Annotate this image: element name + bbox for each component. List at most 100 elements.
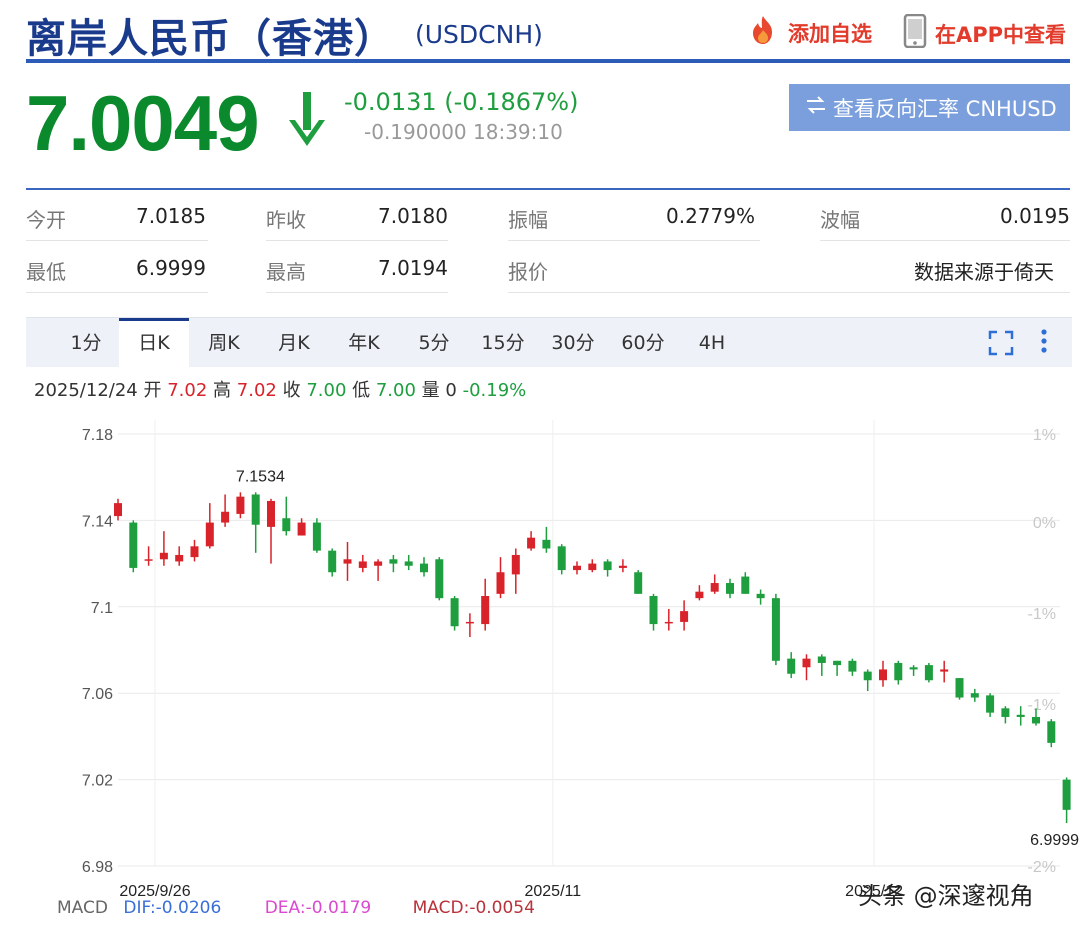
- candle-body: [511, 554, 520, 575]
- candle-body: [328, 550, 337, 573]
- candle-body: [404, 561, 413, 566]
- macd-dif: -0.0206: [155, 898, 222, 918]
- ohlc-high: 7.02: [236, 380, 277, 401]
- y-tick-label: 7.18: [82, 427, 113, 444]
- title-divider: [26, 59, 1070, 63]
- tab-weekly[interactable]: 周K: [194, 318, 254, 368]
- tab-60min[interactable]: 60分: [612, 318, 674, 368]
- candle-body: [634, 572, 643, 594]
- candle-body: [389, 559, 398, 564]
- wave-value: 0.0195: [1000, 204, 1070, 228]
- candle-body: [282, 518, 291, 532]
- add-watchlist-label: 添加自选: [788, 21, 872, 46]
- macd-title: MACD: [57, 898, 108, 918]
- ohlc-volume-label: 量: [421, 380, 440, 401]
- fullscreen-icon[interactable]: [988, 330, 1014, 360]
- candle-body: [205, 522, 214, 547]
- candle-body: [618, 565, 627, 568]
- more-menu-icon[interactable]: [1036, 328, 1052, 360]
- candle-body: [817, 656, 826, 663]
- tab-30min[interactable]: 30分: [542, 318, 604, 368]
- candle-body: [649, 596, 658, 625]
- open-label: 今开: [26, 208, 66, 232]
- tab-monthly[interactable]: 月K: [264, 318, 324, 368]
- pct-tick-label: 0%: [1033, 515, 1056, 532]
- wave-label: 波幅: [820, 208, 860, 232]
- candle-body: [970, 693, 979, 698]
- candle-body: [588, 563, 597, 571]
- amplitude-value: 0.2779%: [666, 204, 755, 228]
- stat-underline: [26, 292, 208, 293]
- ohlc-open: 7.02: [167, 380, 208, 401]
- candlestick-chart[interactable]: 7.18 7.14 7.1 7.06 7.02 6.98 1% 0% -1% -1% -2% 2025…: [0, 410, 1080, 898]
- x-tick-label: 2025/11: [524, 883, 581, 898]
- page-title: 离岸人民币（香港）: [26, 16, 395, 62]
- amplitude-label: 振幅: [508, 208, 548, 232]
- data-source: 数据来源于倚天: [914, 260, 1054, 284]
- x-tick-label: 2025/9/26: [119, 883, 190, 898]
- add-watchlist-button[interactable]: 添加自选: [746, 14, 872, 51]
- header: 离岸人民币（香港） (USDCNH) 添加自选 在APP中查看: [0, 0, 1080, 63]
- candle-body: [159, 552, 168, 560]
- swap-icon: [805, 94, 827, 121]
- macd-dea: -0.0179: [305, 898, 372, 918]
- candle-body: [802, 658, 811, 668]
- candle-body: [450, 598, 459, 627]
- candle-body: [955, 678, 964, 698]
- candle-body: [1001, 708, 1010, 717]
- candle-body: [756, 593, 765, 599]
- macd-macd-label: MACD:: [412, 898, 470, 918]
- price-annotation: 7.1534: [236, 468, 285, 485]
- reverse-rate-button[interactable]: 查看反向汇率 CNHUSD: [789, 84, 1070, 131]
- open-value: 7.0185: [136, 204, 206, 228]
- low-label: 最低: [26, 260, 66, 284]
- macd-dea-label: DEA:: [264, 898, 306, 918]
- candle-body: [833, 660, 842, 666]
- candle-body: [726, 583, 734, 594]
- candle-body: [374, 561, 383, 566]
- candle-body: [573, 565, 581, 571]
- ohlc-low-label: 低: [352, 380, 371, 401]
- y-tick-label: 7.14: [82, 513, 113, 530]
- candle-body: [144, 559, 153, 561]
- tab-1min[interactable]: 1分: [58, 318, 114, 368]
- ohlc-open-label: 开: [143, 380, 162, 401]
- view-in-app-button[interactable]: 在APP中查看: [903, 13, 1067, 53]
- candle-body: [894, 662, 903, 681]
- tab-4h[interactable]: 4H: [686, 318, 738, 368]
- stat-underline: [508, 292, 1070, 293]
- candle-body: [1032, 716, 1040, 724]
- tab-15min[interactable]: 15分: [472, 318, 534, 368]
- tab-yearly[interactable]: 年K: [334, 318, 394, 368]
- y-tick-label: 7.1: [91, 600, 113, 617]
- current-price: 7.0049: [26, 79, 260, 167]
- candle-body: [251, 494, 260, 525]
- y-tick-label: 6.98: [82, 859, 113, 876]
- candle-body: [664, 621, 673, 624]
- ohlc-volume: 0: [445, 380, 457, 401]
- high-label: 最高: [266, 260, 306, 284]
- candle-body: [481, 596, 490, 625]
- flame-icon: [746, 14, 780, 51]
- tab-daily[interactable]: 日K: [119, 318, 189, 368]
- candle-body: [358, 561, 367, 568]
- watermark-text: 头条 @深邃视角: [858, 882, 1034, 910]
- view-in-app-label: 在APP中查看: [935, 22, 1067, 47]
- candle-body: [312, 522, 321, 551]
- candle-body: [924, 665, 933, 681]
- candle-body: [465, 621, 474, 624]
- macd-macd: -0.0054: [469, 898, 535, 918]
- stat-underline: [266, 240, 448, 241]
- candle-body: [1062, 779, 1071, 810]
- candle-body: [557, 546, 566, 571]
- stat-underline: [26, 240, 208, 241]
- y-tick-label: 7.02: [82, 773, 113, 790]
- macd-dif-label: DIF:: [123, 898, 156, 918]
- y-tick-label: 7.06: [82, 686, 113, 703]
- ohlc-close-label: 收: [282, 380, 301, 401]
- tab-5min[interactable]: 5分: [406, 318, 462, 368]
- pct-tick-label: 1%: [1033, 427, 1056, 444]
- candle-body: [879, 669, 887, 681]
- symbol-code: (USDCNH): [415, 20, 543, 49]
- ohlc-readout: 2025/12/24 开 7.02 高 7.02 收 7.00 低 7.00 量…: [34, 376, 526, 402]
